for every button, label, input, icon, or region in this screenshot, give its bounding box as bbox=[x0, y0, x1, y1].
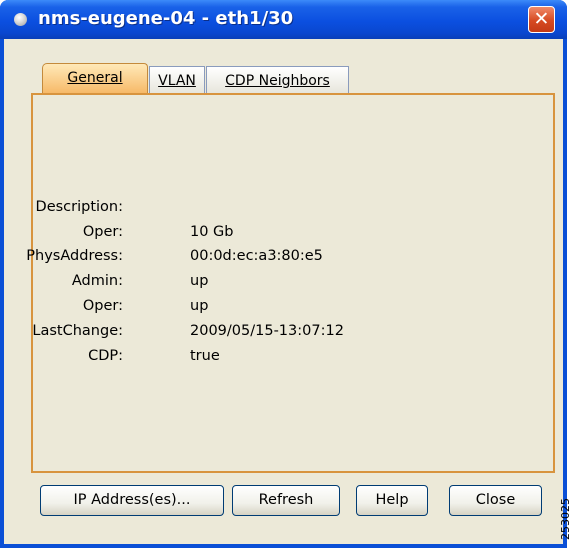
close-window-button[interactable]: ✕ bbox=[528, 6, 555, 33]
admin-label: Admin: bbox=[71, 273, 123, 289]
tab-general-label: General bbox=[67, 70, 123, 86]
last-change-value: 2009/05/15-13:07:12 bbox=[190, 323, 344, 339]
oper-speed-value: 10 Gb bbox=[190, 224, 234, 240]
title-bar[interactable]: nms-eugene-04 - eth1/30 ✕ bbox=[0, 0, 567, 39]
tab-cdp-neighbors[interactable]: CDP Neighbors bbox=[206, 66, 349, 93]
tab-cdp-neighbors-label: CDP Neighbors bbox=[225, 73, 330, 89]
oper-speed-label: Oper: bbox=[82, 224, 123, 240]
admin-value: up bbox=[190, 273, 209, 289]
phys-address-value: 00:0d:ec:a3:80:e5 bbox=[190, 248, 323, 264]
tab-general[interactable]: General bbox=[42, 63, 148, 94]
cdp-label: CDP: bbox=[88, 348, 123, 364]
interface-dialog: nms-eugene-04 - eth1/30 ✕ General VLAN C… bbox=[0, 0, 567, 548]
close-button[interactable]: Close bbox=[449, 485, 542, 516]
ip-addresses-button[interactable]: IP Address(es)... bbox=[40, 485, 224, 516]
refresh-button[interactable]: Refresh bbox=[232, 485, 340, 516]
last-change-label: LastChange: bbox=[32, 323, 123, 339]
oper-status-value: up bbox=[190, 298, 209, 314]
description-label: Description: bbox=[35, 199, 123, 215]
general-panel: Description: Oper: 10 Gb PhysAddress: 00… bbox=[26, 93, 555, 473]
help-button[interactable]: Help bbox=[356, 485, 428, 516]
window-title: nms-eugene-04 - eth1/30 bbox=[38, 8, 294, 29]
app-icon bbox=[14, 13, 27, 26]
oper-status-label: Oper: bbox=[82, 298, 123, 314]
close-icon: ✕ bbox=[533, 8, 550, 30]
cdp-value: true bbox=[190, 348, 220, 364]
figure-id: 253025 bbox=[559, 498, 572, 540]
phys-address-label: PhysAddress: bbox=[26, 248, 123, 264]
tab-vlan-label: VLAN bbox=[158, 73, 196, 89]
tab-vlan[interactable]: VLAN bbox=[149, 66, 205, 93]
